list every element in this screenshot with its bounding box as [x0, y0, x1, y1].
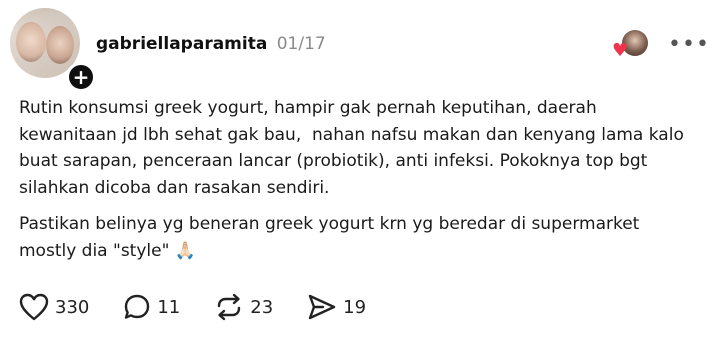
like-count: 330 — [55, 296, 90, 318]
post-header: gabriellaparamita 01/17 — [96, 34, 326, 54]
like-button[interactable]: 330 — [19, 293, 89, 321]
liked-by-indicator[interactable]: ♥ — [612, 30, 652, 62]
heart-icon: ♥ — [612, 40, 629, 61]
follow-plus-icon[interactable]: + — [66, 62, 96, 92]
post-date: 01/17 — [276, 34, 326, 54]
repost-count: 23 — [250, 296, 274, 318]
post-paragraph: Rutin konsumsi greek yogurt, hampir gak … — [19, 98, 684, 198]
author-avatar-container[interactable]: + — [10, 8, 96, 92]
repost-button[interactable]: 23 — [214, 293, 273, 321]
like-icon — [19, 293, 49, 321]
share-icon — [308, 294, 336, 320]
avatar-photo-detail — [16, 22, 46, 62]
post-paragraph: Pastikan belinya yg beneran greek yogurt… — [19, 211, 709, 264]
repost-icon — [218, 293, 241, 321]
reply-button[interactable]: 11 — [123, 293, 180, 321]
avatar-photo-detail — [46, 26, 74, 64]
post-line: mostly dia "style" 🙏🏻 — [19, 240, 196, 261]
post-line: Pastikan belinya yg beneran greek yogurt… — [19, 214, 640, 234]
reply-count: 11 — [157, 296, 181, 318]
share-count: 19 — [343, 296, 367, 318]
post-body: Rutin konsumsi greek yogurt, hampir gak … — [19, 95, 709, 264]
more-icon[interactable]: ••• — [668, 32, 710, 57]
reply-icon — [125, 294, 150, 319]
share-button[interactable]: 19 — [307, 293, 366, 321]
username[interactable]: gabriellaparamita — [96, 34, 267, 54]
action-bar: 330 11 23 19 — [19, 290, 400, 324]
